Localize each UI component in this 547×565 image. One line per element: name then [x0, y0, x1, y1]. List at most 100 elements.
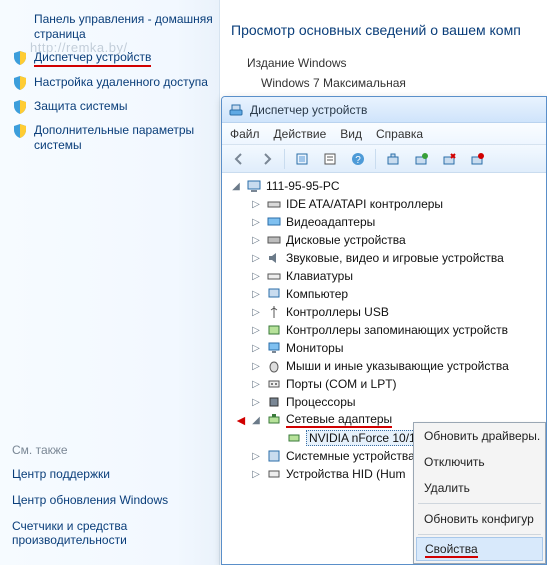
- tree-label: Процессоры: [286, 395, 356, 409]
- expand-icon[interactable]: ▷: [250, 234, 262, 246]
- tree-node-mice[interactable]: ▷Мыши и иные указывающие устройства: [226, 357, 546, 375]
- port-icon: [266, 376, 282, 392]
- sound-icon: [266, 250, 282, 266]
- ctx-properties[interactable]: Свойства: [416, 537, 543, 561]
- expand-icon[interactable]: ▷: [250, 324, 262, 336]
- expand-icon[interactable]: ▷: [250, 252, 262, 264]
- see-also-header: См. также: [12, 439, 208, 461]
- tree-node-usb[interactable]: ▷ Контроллеры USB: [226, 303, 546, 321]
- svg-text:?: ?: [355, 155, 361, 166]
- disable-button[interactable]: [466, 148, 488, 170]
- hid-icon: [266, 466, 282, 482]
- tree-label: Порты (COM и LPT): [286, 377, 397, 391]
- advanced-settings-link[interactable]: Дополнительные параметры системы: [12, 119, 213, 157]
- system-protection-link[interactable]: Защита системы: [12, 95, 213, 119]
- menu-file[interactable]: Файл: [230, 127, 260, 141]
- tree-label: Видеоадаптеры: [286, 215, 375, 229]
- control-panel-sidebar: http://remka.by/ Панель управления - дом…: [0, 0, 220, 565]
- watermark: http://remka.by/: [30, 40, 128, 55]
- usb-icon: [266, 304, 282, 320]
- show-hidden-button[interactable]: [291, 148, 313, 170]
- tree-node-ports[interactable]: ▷ Порты (COM и LPT): [226, 375, 546, 393]
- perf-tools-link[interactable]: Счетчики и средства производительности: [12, 513, 208, 553]
- tree-label: Мониторы: [286, 341, 343, 355]
- system-device-icon: [266, 448, 282, 464]
- collapse-icon[interactable]: ◢: [230, 180, 242, 192]
- tree-node-video[interactable]: ▷ Видеоадаптеры: [226, 213, 546, 231]
- tree-label: IDE ATA/ATAPI контроллеры: [286, 197, 443, 211]
- back-button[interactable]: [228, 148, 250, 170]
- toolbar-separator: [375, 149, 376, 169]
- tree-label: Контроллеры запоминающих устройств: [286, 323, 508, 337]
- remote-access-link[interactable]: Настройка удаленного доступа: [12, 71, 213, 95]
- expand-icon[interactable]: ▷: [250, 378, 262, 390]
- ctx-scan-hardware[interactable]: Обновить конфигур: [414, 506, 545, 532]
- tree-node-computer[interactable]: ▷ Компьютер: [226, 285, 546, 303]
- expand-icon[interactable]: ▷: [250, 216, 262, 228]
- ctx-update-driver[interactable]: Обновить драйверы.: [414, 423, 545, 449]
- scan-hardware-button[interactable]: [382, 148, 404, 170]
- toolbar: ?: [222, 145, 546, 173]
- shield-icon: [12, 99, 28, 115]
- menu-action[interactable]: Действие: [274, 127, 327, 141]
- expand-icon[interactable]: ▷: [250, 306, 262, 318]
- tree-label: Контроллеры USB: [286, 305, 389, 319]
- mouse-icon: [266, 358, 282, 374]
- tree-node-sound[interactable]: ▷ Звуковые, видео и игровые устройства: [226, 249, 546, 267]
- toolbar-separator: [284, 149, 285, 169]
- expand-icon[interactable]: ▷: [250, 450, 262, 462]
- uninstall-button[interactable]: [438, 148, 460, 170]
- titlebar[interactable]: Диспетчер устройств: [222, 97, 546, 123]
- action-center-link[interactable]: Центр поддержки: [12, 461, 208, 487]
- tree-label: Звуковые, видео и игровые устройства: [286, 251, 504, 265]
- tree-node-ide[interactable]: ▷ IDE ATA/ATAPI контроллеры: [226, 195, 546, 213]
- window-title: Диспетчер устройств: [250, 103, 367, 117]
- monitor-icon: [266, 340, 282, 356]
- tree-label: Клавиатуры: [286, 269, 353, 283]
- expand-icon[interactable]: ▷: [250, 396, 262, 408]
- page-title: Просмотр основных сведений о вашем комп: [221, 0, 547, 56]
- shield-icon: [12, 75, 28, 91]
- menu-view[interactable]: Вид: [340, 127, 362, 141]
- see-also-section: См. также Центр поддержки Центр обновлен…: [12, 439, 208, 553]
- expand-icon[interactable]: ▷: [250, 198, 262, 210]
- disk-icon: [266, 232, 282, 248]
- expand-icon[interactable]: ▷: [250, 342, 262, 354]
- collapse-icon[interactable]: ◢: [250, 414, 262, 426]
- tree-label: NVIDIA nForce 10/1: [306, 430, 419, 446]
- ctx-disable[interactable]: Отключить: [414, 449, 545, 475]
- ctx-label: Свойства: [425, 542, 478, 558]
- context-separator: [418, 503, 541, 504]
- edition-label: Издание Windows: [247, 56, 547, 76]
- device-manager-icon: [228, 102, 244, 118]
- help-button[interactable]: ?: [347, 148, 369, 170]
- update-driver-button[interactable]: [410, 148, 432, 170]
- properties-button[interactable]: [319, 148, 341, 170]
- tree-label: Дисковые устройства: [286, 233, 406, 247]
- forward-button[interactable]: [256, 148, 278, 170]
- computer-icon: [266, 286, 282, 302]
- tree-node-disk[interactable]: ▷ Дисковые устройства: [226, 231, 546, 249]
- tree-label: Сетевые адаптеры: [286, 412, 392, 428]
- expand-icon[interactable]: ▷: [250, 288, 262, 300]
- tree-label: Системные устройства: [286, 449, 415, 463]
- expand-icon[interactable]: ▷: [250, 468, 262, 480]
- ctx-uninstall[interactable]: Удалить: [414, 475, 545, 501]
- context-separator: [418, 534, 541, 535]
- expand-icon[interactable]: ▷: [250, 270, 262, 282]
- tree-root[interactable]: ◢ 111-95-95-PC: [226, 177, 546, 195]
- tree-node-keyboard[interactable]: ▷ Клавиатуры: [226, 267, 546, 285]
- tree-label: Компьютер: [286, 287, 348, 301]
- menu-help[interactable]: Справка: [376, 127, 423, 141]
- ide-icon: [266, 196, 282, 212]
- shield-icon: [12, 50, 28, 66]
- expand-icon[interactable]: ▷: [250, 360, 262, 372]
- tree-label: 111-95-95-PC: [266, 179, 340, 193]
- keyboard-icon: [266, 268, 282, 284]
- tree-node-processors[interactable]: ▷ Процессоры: [226, 393, 546, 411]
- tree-node-monitors[interactable]: ▷ Мониторы: [226, 339, 546, 357]
- tree-node-storage-ctrl[interactable]: ▷ Контроллеры запоминающих устройств: [226, 321, 546, 339]
- link-label: Панель управления - домашняя страница: [34, 12, 213, 42]
- menu-bar: Файл Действие Вид Справка: [222, 123, 546, 145]
- windows-update-link[interactable]: Центр обновления Windows: [12, 487, 208, 513]
